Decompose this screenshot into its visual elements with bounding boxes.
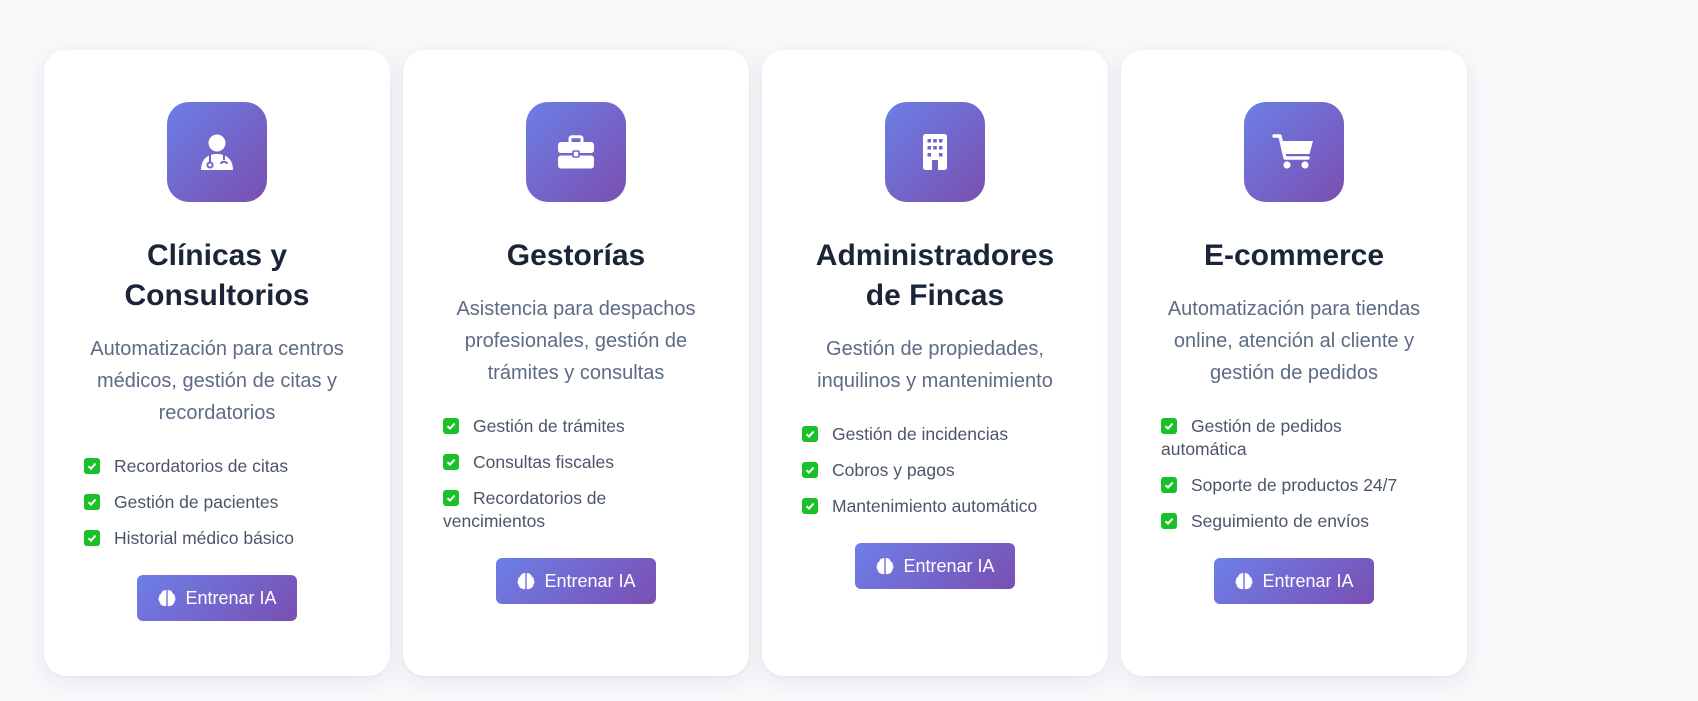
feature-item: Recordatorios de vencimientos: [443, 488, 607, 531]
building-icon: [923, 134, 947, 170]
feature-list: Gestión de pedidos automática Soporte de …: [1161, 415, 1427, 546]
feature-list: Gestión de incidencias Cobros y pagos Ma…: [802, 423, 1068, 531]
card-gestorias: Gestorías Asistencia para despachos profe…: [403, 50, 749, 676]
feature-item: Mantenimiento automático: [802, 495, 1068, 518]
check-icon: [84, 530, 100, 546]
feature-item: Gestión de pacientes: [84, 491, 350, 514]
train-ai-button[interactable]: Entrenar IA: [137, 575, 297, 621]
brain-icon: [1235, 573, 1253, 590]
train-ai-button[interactable]: Entrenar IA: [496, 558, 656, 604]
card-title: Administradores de Fincas: [815, 239, 1055, 312]
card-title: E-commerce: [1203, 239, 1385, 272]
feature-item: Gestión de trámites: [443, 415, 709, 438]
feature-list: Recordatorios de citas Gestión de pacien…: [84, 455, 350, 563]
feature-item: Seguimiento de envíos: [1161, 510, 1427, 533]
feature-item: Consultas fiscales: [443, 451, 709, 474]
check-icon: [802, 462, 818, 478]
check-icon: [802, 426, 818, 442]
card-title: Gestorías: [506, 239, 646, 272]
icon-badge: [167, 102, 267, 202]
card-ecommerce: E-commerce Automatización para tiendas on…: [1121, 50, 1467, 676]
briefcase-icon: [558, 135, 594, 169]
train-ai-button[interactable]: Entrenar IA: [1214, 558, 1374, 604]
icon-badge: [1244, 102, 1344, 202]
industry-cards: Clínicas y Consultorios Automatización pa…: [44, 50, 1467, 676]
check-icon: [84, 458, 100, 474]
feature-item: Gestión de incidencias: [802, 423, 1068, 446]
icon-badge: [885, 102, 985, 202]
feature-list: Gestión de trámites Consultas fiscales R…: [443, 415, 709, 546]
check-icon: [802, 498, 818, 514]
check-icon: [443, 418, 459, 434]
check-icon: [1161, 513, 1177, 529]
feature-item: Soporte de productos 24/7: [1161, 474, 1427, 497]
brain-icon: [876, 558, 894, 575]
icon-badge: [526, 102, 626, 202]
doctor-icon: [201, 134, 233, 170]
feature-item: Recordatorios de citas: [84, 455, 350, 478]
feature-item: Gestión de pedidos automática: [1161, 416, 1342, 459]
brain-icon: [158, 590, 176, 607]
check-icon: [1161, 418, 1177, 434]
shopping-cart-icon: [1272, 134, 1313, 169]
check-icon: [443, 490, 459, 506]
check-icon: [443, 454, 459, 470]
check-icon: [1161, 477, 1177, 493]
card-clinicas: Clínicas y Consultorios Automatización pa…: [44, 50, 390, 676]
feature-item: Cobros y pagos: [802, 459, 1068, 482]
card-title: Clínicas y Consultorios: [124, 239, 310, 312]
brain-icon: [517, 573, 535, 590]
card-description: Asistencia para despachos profesionales, …: [456, 298, 696, 384]
card-administradores: Administradores de Fincas Gestión de prop…: [762, 50, 1108, 676]
card-description: Automatización para tiendas online, atenc…: [1167, 298, 1421, 384]
check-icon: [84, 494, 100, 510]
train-ai-button[interactable]: Entrenar IA: [855, 543, 1015, 589]
card-description: Automatización para centros médicos, gest…: [90, 338, 344, 424]
card-description: Gestión de propiedades, inquilinos y mant…: [817, 338, 1053, 392]
feature-item: Historial médico básico: [84, 527, 350, 550]
